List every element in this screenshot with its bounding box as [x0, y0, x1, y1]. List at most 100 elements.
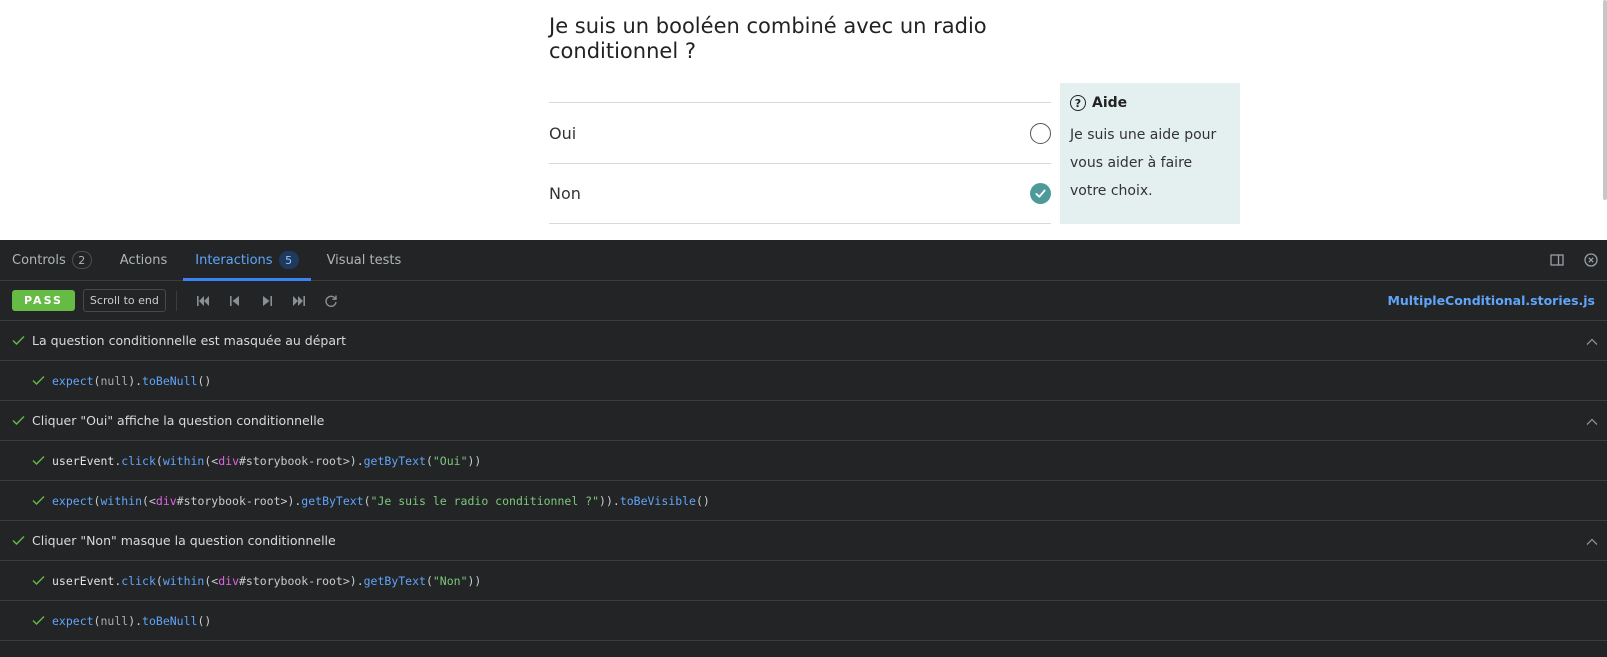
code-token: userEvent: [52, 453, 115, 468]
code-token: null: [100, 373, 129, 388]
help-title-text: Aide: [1092, 95, 1128, 111]
option-non[interactable]: Non: [549, 163, 1051, 224]
step-back-icon[interactable]: [227, 293, 243, 309]
check-icon: [32, 574, 45, 587]
code-token: (<: [204, 573, 219, 588]
go-to-start-icon[interactable]: [195, 293, 211, 309]
tab-label: Visual tests: [326, 252, 402, 268]
step-group-label: Cliquer "Non" masque la question conditi…: [32, 533, 336, 548]
help-text: Je suis une aide pour vous aider à faire…: [1070, 127, 1217, 199]
code-token: getByText: [301, 493, 364, 508]
code-token: )).: [599, 493, 620, 508]
code-token: "Je suis le radio conditionnel ?": [370, 493, 600, 508]
step-code: userEvent.click(within(<div#storybook-ro…: [52, 574, 481, 588]
check-icon: [32, 494, 45, 507]
addon-panel: Controls 2 Actions Interactions 5 Visual…: [0, 240, 1607, 657]
close-panel-icon[interactable]: [1583, 252, 1599, 268]
chevron-up-icon[interactable]: [1585, 414, 1599, 428]
tab-label: Actions: [119, 252, 168, 268]
step-row[interactable]: userEvent.click(within(<div#storybook-ro…: [0, 441, 1607, 481]
radio-options: Oui Non: [549, 102, 1051, 224]
option-label: Oui: [549, 123, 577, 143]
code-token: )): [467, 573, 482, 588]
code-token: expect: [52, 613, 94, 628]
tab-controls[interactable]: Controls 2: [12, 240, 92, 280]
question-title: Je suis un booléen combiné avec un radio…: [549, 14, 987, 63]
step-row[interactable]: expect (within(<div#storybook-root>).getB…: [0, 481, 1607, 521]
question-circle-icon: ?: [1070, 95, 1086, 111]
help-box: ? Aide Je suis une aide pour vous aider …: [1060, 83, 1240, 224]
code-token: click: [121, 573, 156, 588]
tab-count-badge: 5: [278, 251, 299, 269]
step-group-row[interactable]: La question conditionnelle est masquée a…: [0, 321, 1607, 361]
rerun-icon[interactable]: [323, 293, 339, 309]
check-icon: [12, 414, 25, 427]
code-token: #storybook-root>).: [239, 453, 364, 468]
tab-count-badge: 2: [71, 251, 92, 269]
code-token: #storybook-root>).: [176, 493, 302, 508]
toolbar-divider: [175, 290, 177, 311]
code-token: (: [155, 453, 163, 468]
step-group-row[interactable]: Cliquer "Non" masque la question conditi…: [0, 521, 1607, 561]
option-oui[interactable]: Oui: [549, 102, 1051, 163]
panel-orientation-icon[interactable]: [1549, 252, 1565, 268]
step-code: expect(null).toBeNull(): [52, 374, 211, 388]
step-code: expect(null).toBeNull(): [52, 614, 211, 628]
step-row[interactable]: userEvent.click(within(<div#storybook-ro…: [0, 561, 1607, 601]
code-token: null: [100, 613, 129, 628]
check-icon: [12, 334, 25, 347]
step-code: expect (within(<div#storybook-root>).getB…: [52, 494, 710, 508]
step-code: userEvent.click(within(<div#storybook-ro…: [52, 454, 481, 468]
tab-visual-tests[interactable]: Visual tests: [327, 240, 402, 280]
step-row[interactable]: expect(null).toBeNull(): [0, 361, 1607, 401]
check-icon: [32, 614, 45, 627]
chevron-up-icon[interactable]: [1585, 334, 1599, 348]
story-preview: Je suis un booléen combiné avec un radio…: [0, 0, 1607, 240]
radio-checked-icon[interactable]: [1030, 183, 1051, 204]
step-forward-icon[interactable]: [259, 293, 275, 309]
code-token: (<: [204, 453, 219, 468]
panel-actions: [1531, 240, 1599, 280]
code-token: "Oui": [432, 453, 468, 468]
option-label: Non: [549, 184, 581, 203]
code-token: getByText: [363, 453, 426, 468]
interactions-toolbar: PASS Scroll to end MultipleConditional.s…: [0, 281, 1607, 321]
check-icon: [32, 374, 45, 387]
code-token: within: [100, 493, 143, 508]
help-title: ? Aide: [1070, 95, 1230, 111]
step-group-row[interactable]: Cliquer "Oui" affiche la question condit…: [0, 401, 1607, 441]
code-token: ).: [128, 373, 143, 388]
go-to-end-icon[interactable]: [291, 293, 307, 309]
tab-actions[interactable]: Actions: [120, 240, 168, 280]
check-icon: [12, 534, 25, 547]
code-token: getByText: [363, 573, 426, 588]
addon-tabs: Controls 2 Actions Interactions 5 Visual…: [0, 240, 1607, 281]
code-token: toBeVisible: [619, 493, 696, 508]
step-row[interactable]: expect(null).toBeNull(): [0, 601, 1607, 641]
code-token: div: [218, 573, 239, 588]
code-token: div: [218, 453, 239, 468]
check-icon: [32, 454, 45, 467]
scroll-to-end-button[interactable]: Scroll to end: [82, 289, 166, 312]
code-token: within: [162, 453, 205, 468]
code-token: toBeNull: [142, 613, 198, 628]
code-token: (: [155, 573, 163, 588]
code-token: div: [155, 493, 177, 508]
code-token: toBeNull: [142, 373, 198, 388]
code-token: (): [197, 613, 212, 628]
tab-interactions[interactable]: Interactions 5: [183, 240, 311, 281]
code-token: #storybook-root>).: [239, 573, 364, 588]
step-group-label: Cliquer "Oui" affiche la question condit…: [32, 413, 325, 428]
preview-scrollbar[interactable]: [1603, 0, 1607, 200]
code-token: (: [363, 493, 371, 508]
story-file-link[interactable]: MultipleConditional.stories.js: [1387, 281, 1595, 321]
code-token: "Non": [432, 573, 468, 588]
code-token: within: [162, 573, 205, 588]
radio-unchecked-icon[interactable]: [1030, 122, 1051, 144]
code-token: (): [695, 493, 710, 508]
step-group-label: La question conditionnelle est masquée a…: [32, 333, 347, 348]
chevron-up-icon[interactable]: [1585, 534, 1599, 548]
status-badge: PASS: [12, 290, 75, 311]
code-token: userEvent: [52, 573, 115, 588]
code-token: expect: [52, 373, 94, 388]
